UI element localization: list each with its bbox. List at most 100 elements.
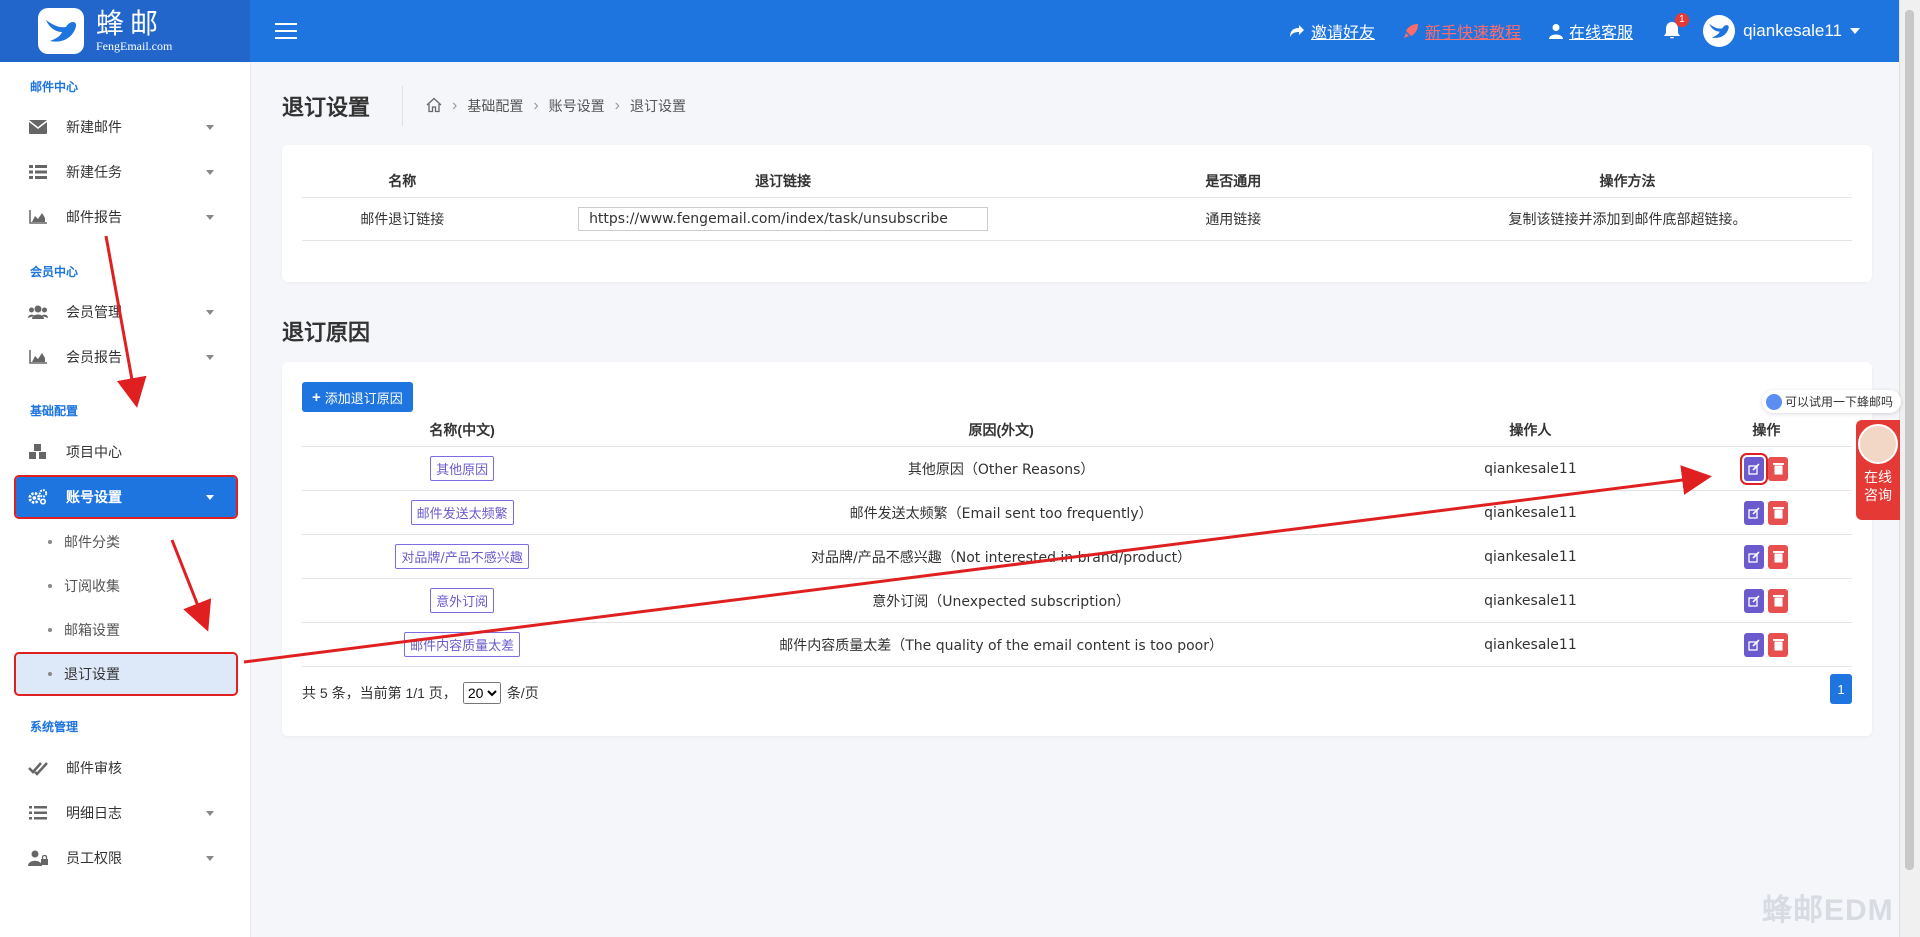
tutorial-link[interactable]: 新手快速教程 bbox=[1403, 19, 1521, 43]
delete-button[interactable] bbox=[1768, 456, 1789, 481]
double-check-icon bbox=[28, 760, 48, 776]
sidebar-item-detail-log[interactable]: 明细日志 bbox=[16, 793, 236, 833]
sidebar-item-member-manage[interactable]: 会员管理 bbox=[16, 292, 236, 332]
notification-badge: 1 bbox=[1675, 13, 1689, 27]
column-header: 是否通用 bbox=[1063, 165, 1404, 198]
notification-bell-icon[interactable]: 1 bbox=[1663, 13, 1689, 41]
page-scrollbar[interactable] bbox=[1899, 0, 1920, 937]
reason-foreign: 邮件内容质量太差（The quality of the email conten… bbox=[622, 622, 1381, 667]
chevron-down-icon bbox=[206, 354, 214, 360]
area-chart-icon bbox=[28, 349, 48, 365]
table-row: 邮件发送太频繁 邮件发送太频繁（Email sent too frequentl… bbox=[302, 490, 1852, 535]
sidebar-subitem-mail-category[interactable]: 邮件分类 bbox=[16, 522, 236, 562]
edit-button[interactable] bbox=[1744, 500, 1765, 525]
sidebar-item-member-report[interactable]: 会员报告 bbox=[16, 337, 236, 377]
online-service-link[interactable]: 在线客服 bbox=[1549, 19, 1633, 43]
user-menu[interactable]: qiankesale11 bbox=[1703, 15, 1860, 47]
username: qiankesale11 bbox=[1743, 21, 1842, 40]
list-grid-icon bbox=[28, 164, 48, 180]
breadcrumb-item: 退订设置 bbox=[629, 98, 686, 114]
invite-friends-link[interactable]: 邀请好友 bbox=[1289, 19, 1375, 43]
reason-operator: qiankesale11 bbox=[1380, 578, 1681, 623]
sidebar-subitem-label: 邮件分类 bbox=[64, 534, 120, 550]
brand[interactable]: 蜂邮 FengEmail.com bbox=[0, 0, 250, 62]
sidebar-item-staff-permission[interactable]: 员工权限 bbox=[16, 838, 236, 878]
breadcrumb-item[interactable]: 账号设置 bbox=[549, 96, 605, 116]
chevron-down-icon bbox=[206, 169, 214, 175]
share-icon bbox=[1290, 25, 1305, 37]
list-icon bbox=[28, 805, 48, 821]
edit-icon bbox=[1748, 506, 1760, 519]
sidebar-item-mail-review[interactable]: 邮件审核 bbox=[16, 748, 236, 788]
trash-icon bbox=[1772, 507, 1784, 519]
column-header: 名称 bbox=[302, 165, 503, 198]
delete-button[interactable] bbox=[1768, 544, 1789, 569]
gears-icon bbox=[28, 489, 48, 505]
top-bar: 蜂邮 FengEmail.com 邀请好友 新手快速教程 在线客服 1 qian… bbox=[0, 0, 1900, 62]
bullet-dot bbox=[48, 672, 52, 676]
reasons-card: + 添加退订原因 名称(中文) 原因(外文) 操作人 操作 其他原因 其他原因（… bbox=[282, 362, 1872, 736]
edit-icon bbox=[1748, 638, 1760, 651]
reason-name-tag: 其他原因 bbox=[430, 456, 495, 481]
link-name: 邮件退订链接 bbox=[302, 197, 503, 241]
edit-button[interactable] bbox=[1744, 632, 1765, 657]
reason-foreign: 其他原因（Other Reasons） bbox=[622, 446, 1381, 491]
sidebar-item-label: 明细日志 bbox=[66, 805, 122, 821]
home-icon[interactable] bbox=[426, 97, 442, 116]
menu-toggle-icon[interactable] bbox=[275, 23, 297, 39]
sidebar-subitem-label: 退订设置 bbox=[64, 666, 120, 682]
sidebar-item-new-task[interactable]: 新建任务 bbox=[16, 152, 236, 192]
column-header: 退订链接 bbox=[502, 165, 1064, 198]
reason-operator: qiankesale11 bbox=[1380, 534, 1681, 579]
divider bbox=[402, 86, 403, 126]
delete-button[interactable] bbox=[1768, 500, 1789, 525]
chevron-right-icon: › bbox=[533, 97, 539, 114]
link-general: 通用链接 bbox=[1063, 197, 1404, 241]
brand-name: 蜂邮 bbox=[96, 7, 165, 40]
breadcrumb-item[interactable]: 基础配置 bbox=[467, 96, 523, 116]
user-icon bbox=[1549, 24, 1564, 39]
edit-button[interactable] bbox=[1740, 452, 1769, 485]
column-header: 操作方法 bbox=[1403, 165, 1852, 198]
edit-button[interactable] bbox=[1744, 544, 1765, 569]
reasons-table: 名称(中文) 原因(外文) 操作人 操作 其他原因 其他原因（Other Rea… bbox=[302, 414, 1852, 667]
users-icon bbox=[28, 304, 48, 320]
sidebar-item-mail-report[interactable]: 邮件报告 bbox=[16, 197, 236, 237]
chat-hint-text: 可以试用一下蜂邮吗 bbox=[1785, 395, 1894, 409]
sidebar-item-label: 项目中心 bbox=[66, 444, 122, 460]
add-reason-button[interactable]: + 添加退订原因 bbox=[302, 382, 413, 412]
online-consult-button[interactable]: 在线 咨询 bbox=[1856, 420, 1900, 520]
avatar bbox=[1703, 15, 1736, 47]
column-header: 名称(中文) bbox=[302, 414, 623, 447]
sidebar-item-project-center[interactable]: 项目中心 bbox=[16, 432, 236, 472]
reason-operator: qiankesale11 bbox=[1380, 622, 1681, 667]
brand-domain: FengEmail.com bbox=[96, 39, 173, 53]
sidebar-item-account-settings[interactable]: 账号设置 bbox=[14, 475, 238, 519]
delete-button[interactable] bbox=[1768, 632, 1789, 657]
trash-icon bbox=[1772, 551, 1784, 563]
chevron-down-icon bbox=[206, 855, 214, 861]
reason-name-tag: 对品牌/产品不感兴趣 bbox=[395, 544, 529, 569]
table-row: 对品牌/产品不感兴趣 对品牌/产品不感兴趣（Not interested in … bbox=[302, 534, 1852, 579]
chevron-down-icon bbox=[206, 124, 214, 130]
sidebar-item-new-mail[interactable]: 新建邮件 bbox=[16, 107, 236, 147]
sidebar-subitem-mailbox-settings[interactable]: 邮箱设置 bbox=[16, 610, 236, 650]
chevron-down-icon bbox=[206, 810, 214, 816]
sidebar-subitem-subscribe-collect[interactable]: 订阅收集 bbox=[16, 566, 236, 606]
page-size-select[interactable]: 20 bbox=[462, 682, 501, 704]
reason-foreign: 邮件发送太频繁（Email sent too frequently） bbox=[622, 490, 1381, 535]
link-method: 复制该链接并添加到邮件底部超链接。 bbox=[1403, 197, 1852, 241]
edit-button[interactable] bbox=[1744, 588, 1765, 613]
delete-button[interactable] bbox=[1768, 588, 1789, 613]
chevron-down-icon bbox=[206, 494, 214, 500]
unsubscribe-link-field[interactable] bbox=[578, 207, 989, 231]
sidebar-subitem-unsubscribe-settings[interactable]: 退订设置 bbox=[14, 652, 238, 696]
reason-operator: qiankesale11 bbox=[1380, 490, 1681, 535]
chat-hint[interactable]: 可以试用一下蜂邮吗 bbox=[1762, 390, 1902, 413]
bird-logo-icon bbox=[38, 8, 84, 54]
consult-label-2: 咨询 bbox=[1864, 487, 1892, 503]
reason-name-tag: 意外订阅 bbox=[430, 588, 495, 613]
trash-icon bbox=[1772, 639, 1784, 651]
page-button[interactable]: 1 bbox=[1830, 674, 1852, 704]
edit-icon bbox=[1748, 594, 1760, 607]
